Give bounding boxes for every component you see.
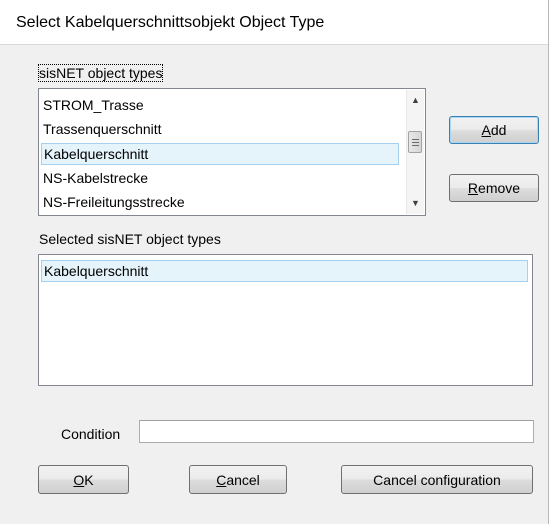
remove-button[interactable]: Remove (449, 174, 539, 202)
vertical-scrollbar[interactable]: ▲ ▼ (406, 90, 424, 214)
list-item[interactable]: NS-Freileitungsstrecke (41, 191, 185, 213)
condition-label: Condition (61, 426, 121, 442)
title-bar[interactable]: Select Kabelquerschnittsobjekt Object Ty… (0, 0, 548, 45)
grip-line (412, 139, 419, 140)
select-object-type-dialog: Select Kabelquerschnittsobjekt Object Ty… (0, 0, 549, 524)
add-button[interactable]: Add (449, 116, 539, 144)
ok-button-label: OK (73, 471, 94, 488)
object-types-listbox[interactable]: STROM_Trasse Trassenquerschnitt Kabelque… (38, 88, 426, 216)
list-item-selected[interactable]: Kabelquerschnitt (41, 260, 528, 282)
list-item[interactable]: NS-Kabelstrecke (41, 167, 148, 189)
cancel-button[interactable]: Cancel (189, 465, 287, 494)
ok-button[interactable]: OK (38, 465, 129, 494)
add-button-label: Add (481, 122, 507, 138)
scroll-up-icon[interactable]: ▲ (407, 92, 424, 109)
cancel-configuration-button[interactable]: Cancel configuration (341, 465, 533, 494)
scroll-thumb[interactable] (408, 131, 422, 153)
selected-types-label: Selected sisNET object types (39, 231, 221, 247)
selected-types-listbox[interactable]: Kabelquerschnitt (38, 254, 533, 386)
cancel-button-label: Cancel (216, 471, 260, 488)
grip-line (412, 142, 419, 143)
condition-input[interactable] (139, 420, 534, 443)
scroll-down-icon[interactable]: ▼ (407, 195, 424, 212)
cancel-configuration-label: Cancel configuration (373, 471, 501, 488)
grip-line (412, 145, 419, 146)
list-item[interactable]: STROM_Trasse (41, 94, 144, 116)
remove-button-label: Remove (467, 180, 521, 196)
object-types-label: sisNET object types (37, 64, 164, 82)
list-item-selected[interactable]: Kabelquerschnitt (41, 143, 399, 165)
list-item[interactable]: Trassenquerschnitt (41, 118, 162, 140)
window-title: Select Kabelquerschnittsobjekt Object Ty… (16, 14, 325, 31)
